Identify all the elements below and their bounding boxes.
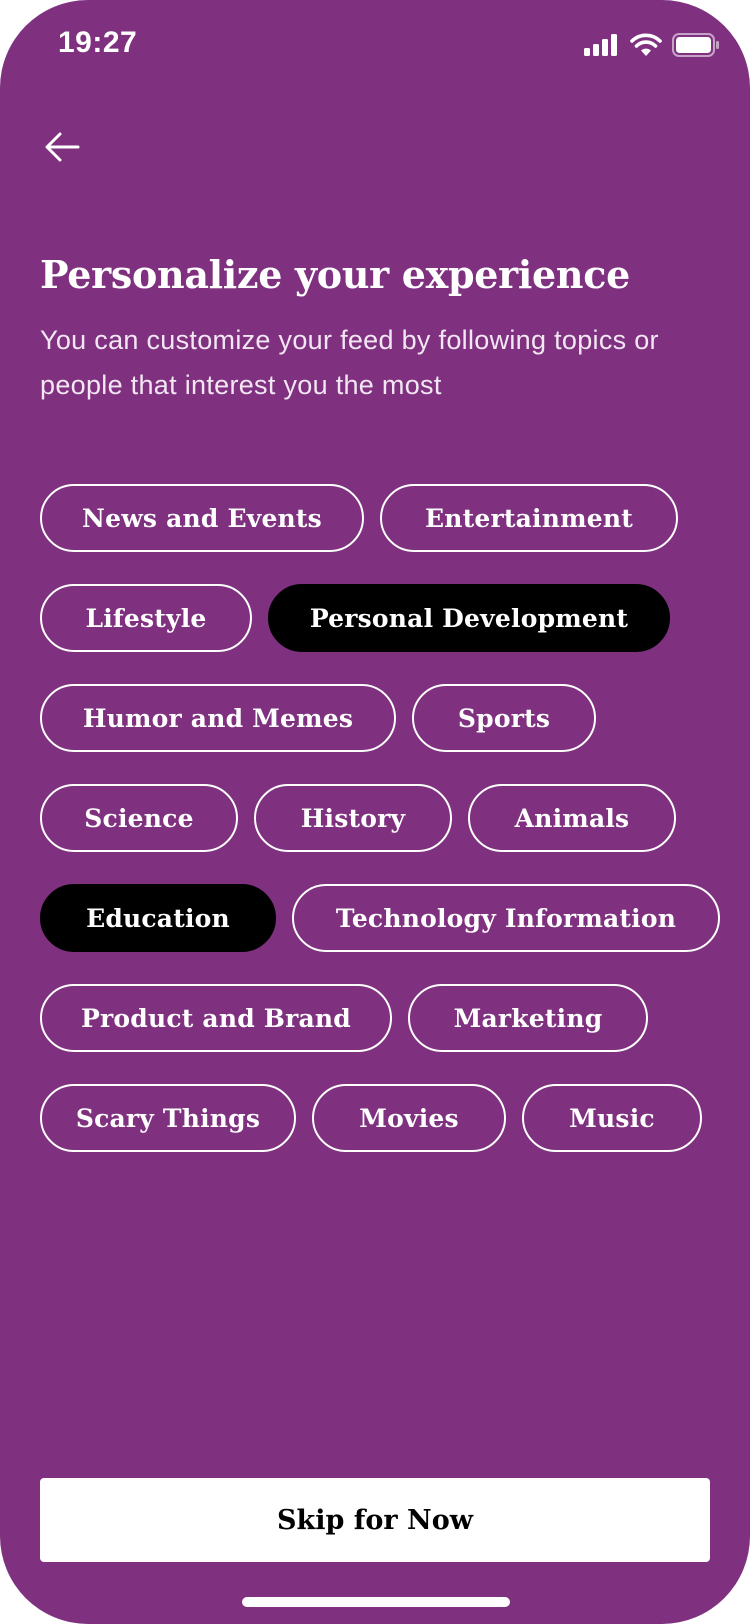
topic-chip-label: News and Events: [82, 503, 322, 533]
topic-chip-lifestyle[interactable]: Lifestyle: [40, 584, 252, 652]
topic-chip-sports[interactable]: Sports: [412, 684, 596, 752]
topic-chip-history[interactable]: History: [254, 784, 452, 852]
topic-chip-entertainment[interactable]: Entertainment: [380, 484, 678, 552]
back-button[interactable]: [40, 120, 88, 168]
topic-chip-humor-and-memes[interactable]: Humor and Memes: [40, 684, 396, 752]
topic-chip-label: Sports: [457, 703, 551, 733]
topic-chip-label: Humor and Memes: [82, 703, 354, 733]
topic-chip-label: Animals: [514, 803, 630, 833]
status-time: 19:27: [58, 26, 138, 59]
topic-chip-label: Scary Things: [75, 1103, 261, 1133]
topic-chip-music[interactable]: Music: [522, 1084, 702, 1152]
topic-chip-label: Personal Development: [309, 603, 629, 633]
topic-chip-label: History: [300, 803, 406, 833]
topic-chip-product-and-brand[interactable]: Product and Brand: [40, 984, 392, 1052]
topic-chip-animals[interactable]: Animals: [468, 784, 676, 852]
topic-chip-marketing[interactable]: Marketing: [408, 984, 648, 1052]
topic-chip-label: Music: [569, 1103, 655, 1133]
topic-chip-news-and-events[interactable]: News and Events: [40, 484, 364, 552]
status-icons: [584, 30, 720, 60]
home-indicator[interactable]: [242, 1597, 510, 1607]
topic-chip-label: Lifestyle: [85, 603, 207, 633]
page-subtitle: You can customize your feed by following…: [40, 325, 659, 400]
skip-button[interactable]: Skip for Now: [40, 1478, 710, 1562]
topic-chip-science[interactable]: Science: [40, 784, 238, 852]
topic-chip-label: Movies: [359, 1103, 459, 1133]
topic-chip-label: Technology Information: [335, 903, 677, 933]
topic-chip-movies[interactable]: Movies: [312, 1084, 506, 1152]
topic-chip-label: Education: [86, 903, 230, 933]
signal-icon: [584, 34, 617, 56]
topic-chip-label: Entertainment: [425, 503, 633, 533]
topic-chip-education[interactable]: Education: [40, 884, 276, 952]
topic-chip-technology-information[interactable]: Technology Information: [292, 884, 720, 952]
topic-chip-label: Science: [84, 803, 194, 833]
topic-chip-personal-development[interactable]: Personal Development: [268, 584, 670, 652]
skip-button-label: Skip for Now: [277, 1504, 473, 1536]
arrow-left-icon: [45, 132, 80, 162]
wifi-icon: [630, 33, 662, 56]
app-screen: 19:27 Personalize your experience You ca…: [0, 0, 750, 1624]
topic-chip-label: Marketing: [453, 1003, 603, 1033]
topic-chip-scary-things[interactable]: Scary Things: [40, 1084, 296, 1152]
page-title: Personalize your experience: [40, 252, 630, 297]
battery-icon: [672, 33, 719, 57]
topic-chip-label: Product and Brand: [81, 1003, 351, 1033]
